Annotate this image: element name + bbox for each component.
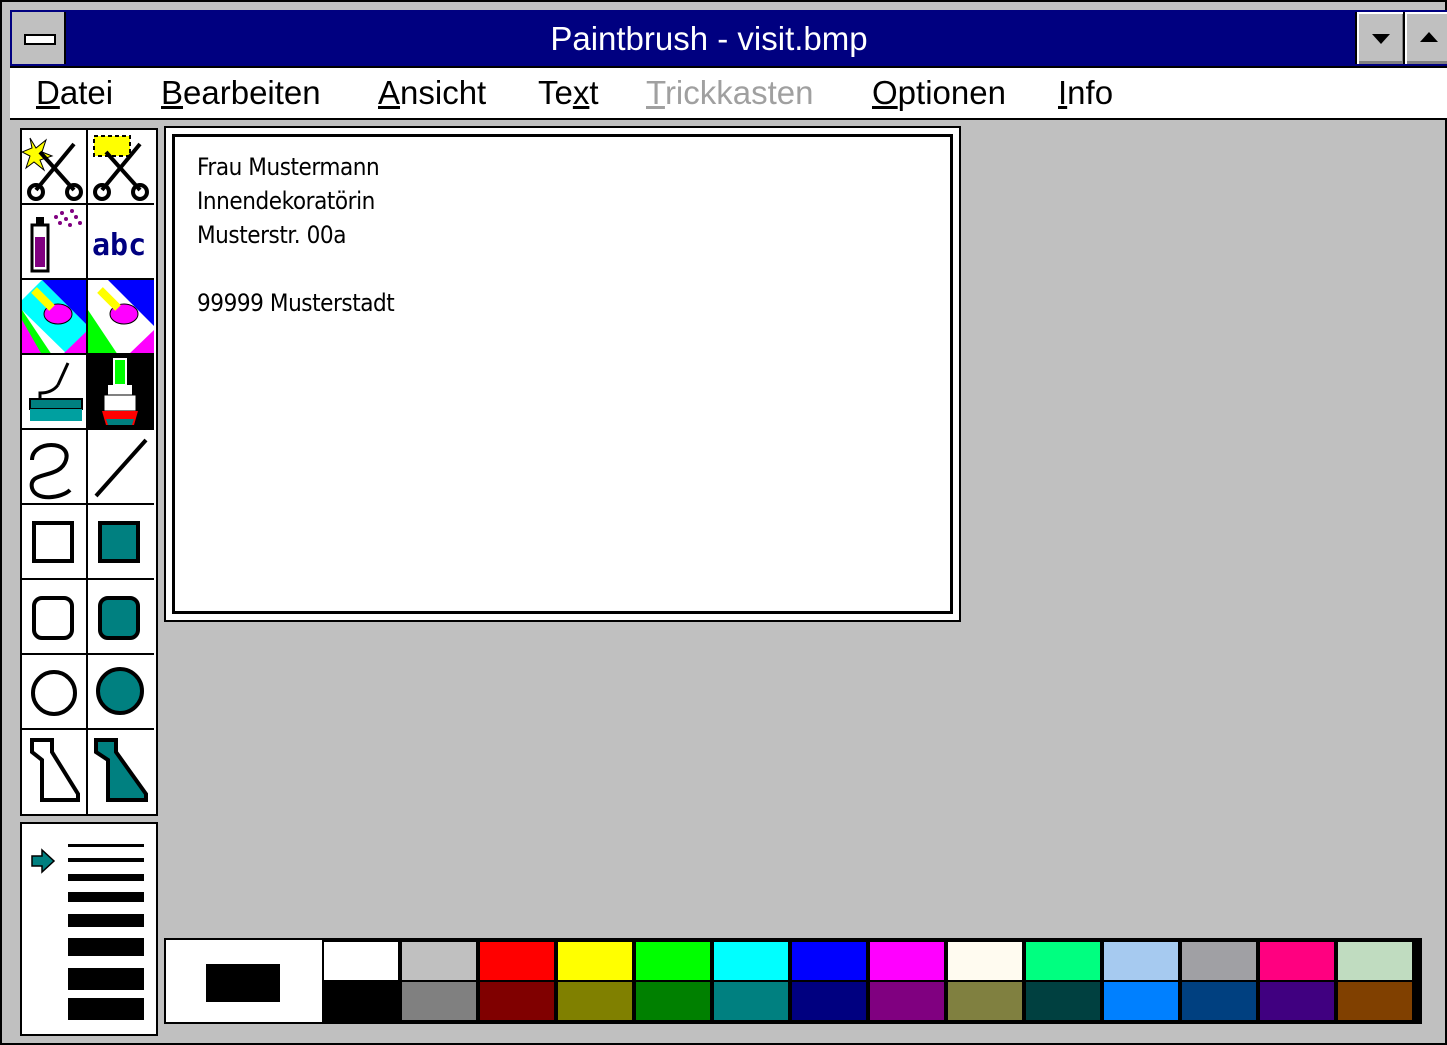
line-width-6[interactable] xyxy=(68,938,144,956)
line-width-1[interactable] xyxy=(68,844,144,847)
menu-bar: Datei Bearbeiten Ansicht Text Trickkaste… xyxy=(10,68,1447,120)
eraser-icon[interactable] xyxy=(88,280,154,355)
minimize-button[interactable] xyxy=(1355,12,1405,64)
palette-swatch[interactable] xyxy=(948,982,1022,1020)
canvas-text-line: Innendekoratörin xyxy=(197,187,375,215)
palette-swatch[interactable] xyxy=(1026,982,1100,1020)
palette-swatch[interactable] xyxy=(1104,982,1178,1020)
menu-optionen[interactable]: Optionen xyxy=(872,68,1006,118)
line-width-7[interactable] xyxy=(68,968,144,990)
palette-swatch[interactable] xyxy=(1182,942,1256,980)
canvas-text-line: 99999 Musterstadt xyxy=(197,289,395,317)
canvas-text-line: Musterstr. 00a xyxy=(197,221,346,249)
curve-icon[interactable] xyxy=(22,430,88,505)
palette-swatch[interactable] xyxy=(1182,982,1256,1020)
palette-swatch[interactable] xyxy=(1026,942,1100,980)
line-width-box xyxy=(20,822,158,1036)
palette-swatch[interactable] xyxy=(636,982,710,1020)
menu-datei[interactable]: Datei xyxy=(36,68,113,118)
palette-swatch[interactable] xyxy=(714,942,788,980)
maximize-button[interactable] xyxy=(1403,12,1447,64)
palette-swatch[interactable] xyxy=(714,982,788,1020)
system-menu-button[interactable] xyxy=(12,12,66,64)
filled-rounded-rectangle-icon[interactable] xyxy=(88,580,154,655)
palette-swatch[interactable] xyxy=(480,982,554,1020)
palette-swatch[interactable] xyxy=(1104,942,1178,980)
palette-swatch[interactable] xyxy=(480,942,554,980)
text-tool-icon[interactable]: abc xyxy=(88,205,154,280)
line-width-2[interactable] xyxy=(68,858,144,862)
rounded-rectangle-icon[interactable] xyxy=(22,580,88,655)
selected-line-arrow-icon xyxy=(31,848,56,874)
palette-swatch[interactable] xyxy=(324,942,398,980)
menu-text[interactable]: Text xyxy=(538,68,599,118)
palette-swatch[interactable] xyxy=(792,942,866,980)
system-menu-icon xyxy=(24,34,56,45)
menu-ansicht[interactable]: Ansicht xyxy=(378,68,486,118)
palette-swatch[interactable] xyxy=(1338,982,1412,1020)
canvas-text-line: Frau Mustermann xyxy=(197,153,380,181)
ellipse-icon[interactable] xyxy=(22,655,88,730)
line-icon[interactable] xyxy=(88,430,154,505)
paint-roller-icon[interactable] xyxy=(22,355,88,430)
drawing-area[interactable]: Frau Mustermann Innendekoratörin Musters… xyxy=(164,126,961,622)
text-tool-label: abc xyxy=(92,228,146,263)
spray-can-icon[interactable] xyxy=(22,205,88,280)
line-width-3[interactable] xyxy=(68,874,144,881)
menu-info[interactable]: Info xyxy=(1058,68,1113,118)
filled-polygon-icon[interactable] xyxy=(88,730,154,814)
current-color-indicator xyxy=(166,940,322,1022)
palette-swatch[interactable] xyxy=(870,942,944,980)
palette-swatch[interactable] xyxy=(948,942,1022,980)
line-width-8[interactable] xyxy=(68,998,144,1020)
palette-swatch[interactable] xyxy=(870,982,944,1020)
line-width-4[interactable] xyxy=(68,892,144,902)
color-eraser-icon[interactable] xyxy=(22,280,88,355)
scissors-free-select-icon[interactable] xyxy=(22,130,88,205)
rectangle-icon[interactable] xyxy=(22,505,88,580)
palette-swatch[interactable] xyxy=(402,982,476,1020)
palette-swatch[interactable] xyxy=(1338,942,1412,980)
palette-swatch[interactable] xyxy=(324,982,398,1020)
palette-swatch[interactable] xyxy=(558,942,632,980)
filled-ellipse-icon[interactable] xyxy=(88,655,154,730)
minimize-arrow-icon xyxy=(1372,34,1390,44)
maximize-arrow-icon xyxy=(1420,32,1438,42)
menu-trickkasten[interactable]: Trickkasten xyxy=(646,68,814,118)
palette-swatch[interactable] xyxy=(1260,942,1334,980)
brush-icon[interactable] xyxy=(88,355,154,430)
palette-swatch[interactable] xyxy=(792,982,866,1020)
window-title: Paintbrush - visit.bmp xyxy=(550,20,868,57)
line-width-5[interactable] xyxy=(68,914,144,927)
palette-swatch[interactable] xyxy=(636,942,710,980)
palette-swatch[interactable] xyxy=(402,942,476,980)
foreground-color xyxy=(206,964,280,1002)
toolbox: abc xyxy=(20,128,158,816)
palette-swatch[interactable] xyxy=(558,982,632,1020)
canvas[interactable]: Frau Mustermann Innendekoratörin Musters… xyxy=(172,134,953,614)
palette-swatch[interactable] xyxy=(1260,982,1334,1020)
color-palette xyxy=(164,938,1422,1024)
scissors-rect-select-icon[interactable] xyxy=(88,130,154,205)
menu-bearbeiten[interactable]: Bearbeiten xyxy=(161,68,321,118)
polygon-icon[interactable] xyxy=(22,730,88,814)
filled-rectangle-icon[interactable] xyxy=(88,505,154,580)
